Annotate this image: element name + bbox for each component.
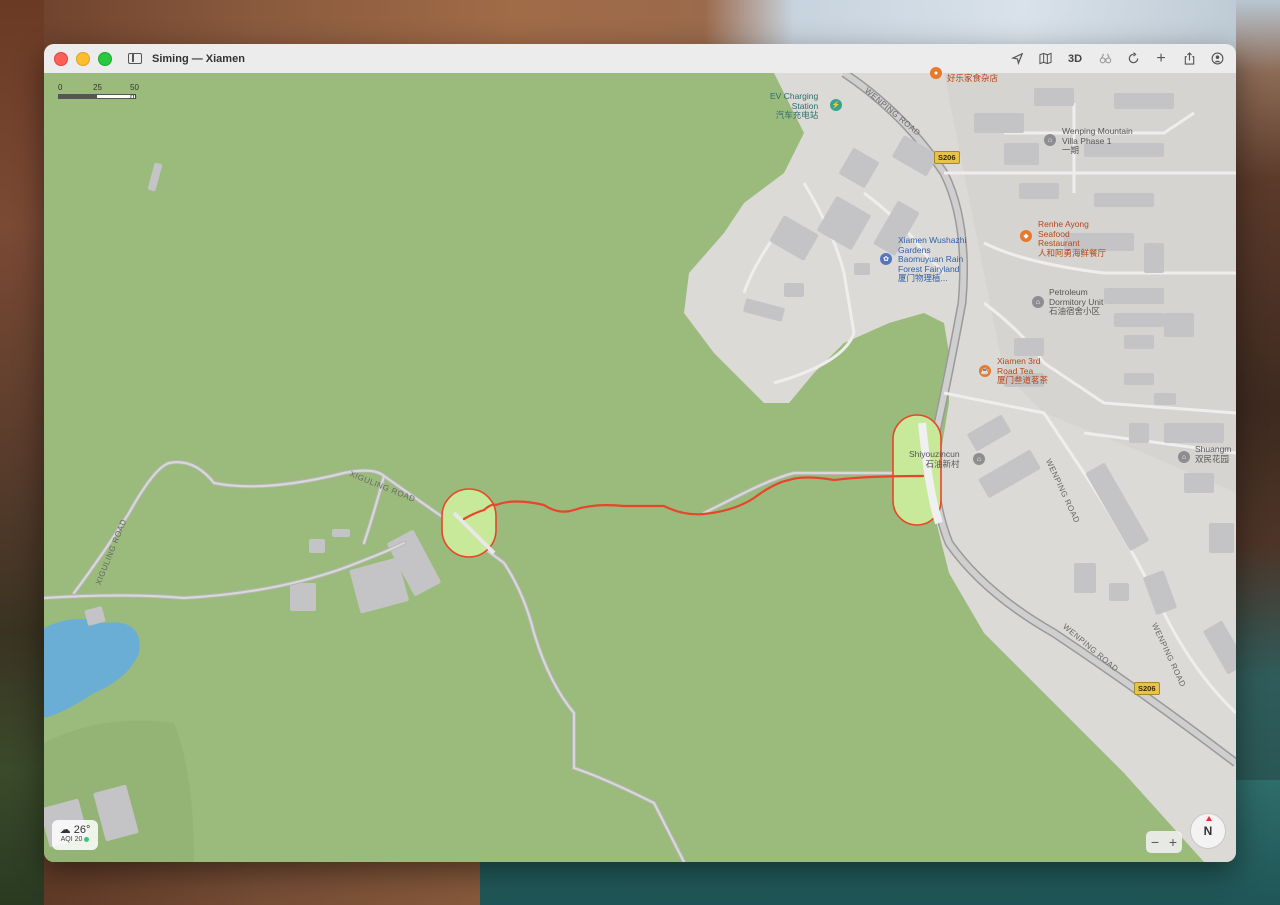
scale-bar-graphic xyxy=(58,94,136,99)
compass-north-label: N xyxy=(1203,824,1213,838)
weather-widget[interactable]: ☁ 26° AQI 20 xyxy=(52,820,98,850)
zoom-in-button[interactable]: + xyxy=(1169,834,1177,850)
add-button[interactable]: + xyxy=(1150,48,1172,70)
title-bar: Siming — Xiamen 3D + xyxy=(44,44,1236,74)
traffic-lights xyxy=(54,51,112,66)
person-icon[interactable] xyxy=(1206,48,1228,70)
route-shield-s206-bottom: S206 xyxy=(1134,682,1160,695)
teahouse-pin-icon[interactable]: ☕ xyxy=(979,365,991,377)
location-arrow-icon[interactable] xyxy=(1006,48,1028,70)
minimize-window-button[interactable] xyxy=(76,51,90,66)
3d-button[interactable]: 3D xyxy=(1062,48,1088,70)
zoom-out-button[interactable]: − xyxy=(1151,834,1159,850)
seafood-pin-icon[interactable]: ◆ xyxy=(1020,230,1032,242)
scale-bar: 0 25 50 m xyxy=(58,83,139,101)
garden-pin-icon[interactable]: ✿ xyxy=(880,253,892,265)
wallpaper-right-cliff xyxy=(1236,0,1280,905)
route-shield-s206-top: S206 xyxy=(934,151,960,164)
sidebar-toggle-icon[interactable] xyxy=(128,53,142,64)
poi-shuangmin[interactable]: Shuangm 双民花园 xyxy=(1195,444,1231,464)
cloud-icon: ☁ xyxy=(59,824,71,836)
map-canvas[interactable]: 0 25 50 m WENPING ROAD WENPING ROAD WENP… xyxy=(44,67,1236,862)
poi-ev-charging[interactable]: EV Charging Station 汽车充电站 xyxy=(770,91,818,121)
share-icon[interactable] xyxy=(1178,48,1200,70)
window-title: Siming — Xiamen xyxy=(152,52,245,65)
toolbar: 3D + xyxy=(1006,44,1228,73)
wallpaper-left-cliff xyxy=(0,0,44,905)
weather-temp: 26° xyxy=(73,824,91,836)
map-base-layer xyxy=(44,73,1236,862)
village-pin-icon[interactable]: ⌂ xyxy=(973,453,985,465)
poi-haolejia[interactable]: 好乐家食杂店 xyxy=(947,73,998,84)
ev-charging-pin-icon[interactable]: ⚡ xyxy=(830,99,842,111)
poi-wenping-villa[interactable]: Wenping Mountain Villa Phase 1 一期 xyxy=(1062,126,1133,156)
poi-wushazhi-gardens[interactable]: Xiamen Wushazhi Gardens Baomuyuan Rain F… xyxy=(898,235,966,284)
close-window-button[interactable] xyxy=(54,51,68,66)
grocery-pin-icon[interactable]: ● xyxy=(930,67,942,79)
maps-window: Siming — Xiamen 3D + 0 25 50 m WENPING R… xyxy=(44,44,1236,862)
map-icon[interactable] xyxy=(1034,48,1056,70)
housing-pin-icon[interactable]: ⌂ xyxy=(1178,451,1190,463)
aqi-status-dot xyxy=(84,836,90,842)
binoculars-icon[interactable] xyxy=(1094,48,1116,70)
poi-petroleum-dormitory[interactable]: Petroleum Dormitory Unit 石油宿舍小区 xyxy=(1049,287,1103,317)
scale-tick-25: 25 xyxy=(93,83,102,92)
residential-pin-icon[interactable]: ⌂ xyxy=(1044,134,1056,146)
poi-renhe-ayong[interactable]: Renhe Ayong Seafood Restaurant 人和阿勇海鲜餐厅 xyxy=(1038,219,1106,258)
aqi-value: AQI 20 xyxy=(60,836,83,843)
zoom-window-button[interactable] xyxy=(98,51,112,66)
poi-shiyouzincun[interactable]: Shiyouzincun 石油新村 xyxy=(909,449,960,469)
dormitory-pin-icon[interactable]: ⌂ xyxy=(1032,296,1044,308)
zoom-controls: − + xyxy=(1146,831,1182,853)
scale-tick-0: 0 xyxy=(58,83,63,92)
poi-3rd-road-tea[interactable]: Xiamen 3rd Road Tea 厦门叁道茗茶 xyxy=(997,356,1048,386)
rotate-icon[interactable] xyxy=(1122,48,1144,70)
scale-tick-50: 50 m xyxy=(130,83,139,101)
compass-button[interactable]: N xyxy=(1190,813,1226,849)
